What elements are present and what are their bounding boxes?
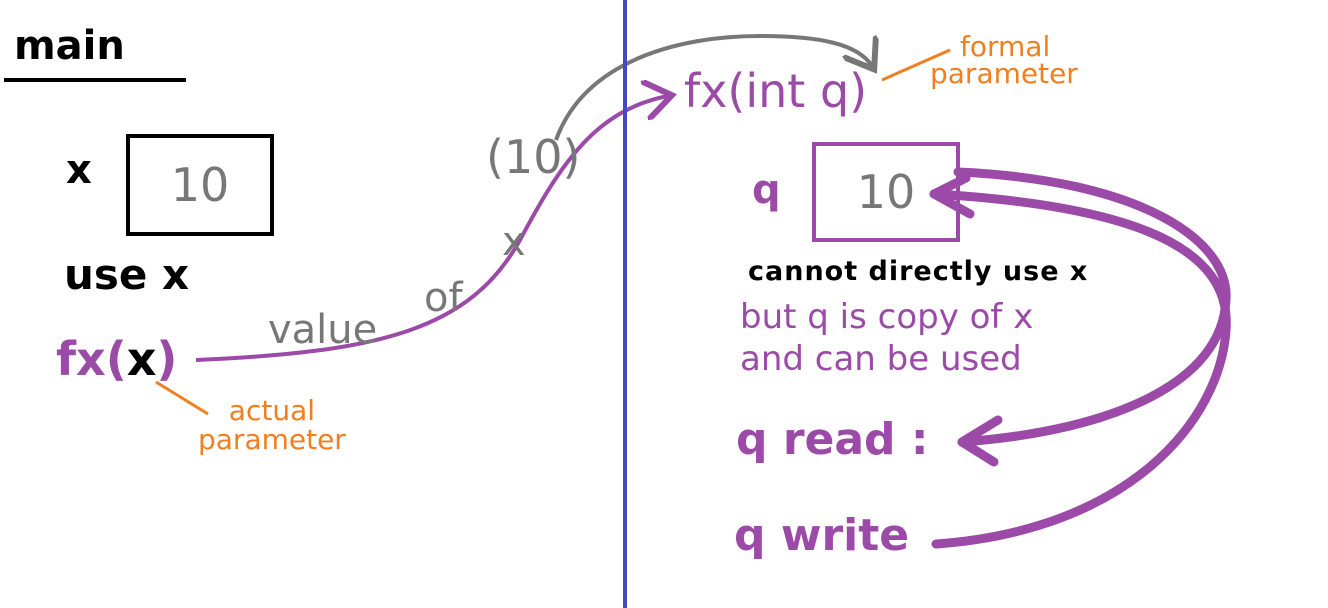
function-call-close-paren: ) (156, 332, 178, 386)
scope-divider (623, 0, 627, 608)
x-variable-box: 10 (126, 134, 274, 236)
actual-parameter-line1: actual (228, 394, 316, 427)
copy-note-line2: and can be used (740, 339, 1022, 379)
copy-note-line1: but q is copy of x (740, 297, 1034, 337)
q-variable-value: 10 (856, 165, 916, 219)
function-call: fx(x) (56, 336, 177, 382)
x-variable-value: 10 (170, 158, 230, 212)
x-variable-label: x (66, 147, 92, 193)
actual-parameter-line2: parameter (198, 423, 346, 457)
q-variable-box: 10 (812, 142, 960, 242)
function-call-name: fx (56, 332, 106, 386)
main-title-underline (4, 78, 186, 82)
q-variable-label: q (752, 167, 781, 213)
use-x-text: use x (64, 250, 190, 299)
function-call-argument: x (126, 332, 157, 386)
cannot-use-x-note: cannot directly use x (748, 256, 1089, 287)
formal-parameter-note: formal parameter (930, 33, 1078, 90)
function-call-open-paren: ( (105, 332, 127, 386)
function-signature: fx(int q) (684, 64, 868, 118)
main-title: main (14, 23, 125, 69)
q-write-label: q write (734, 510, 910, 561)
passed-value-label: (10) (486, 130, 581, 184)
of-word: of (424, 275, 463, 321)
arrows-layer (155, 33, 1231, 549)
q-read-label: q read : (736, 414, 929, 465)
formal-parameter-line2: parameter (930, 56, 1078, 90)
actual-parameter-note: actual parameter (198, 396, 346, 455)
x-word: x (502, 219, 526, 265)
value-word: value (268, 307, 378, 353)
